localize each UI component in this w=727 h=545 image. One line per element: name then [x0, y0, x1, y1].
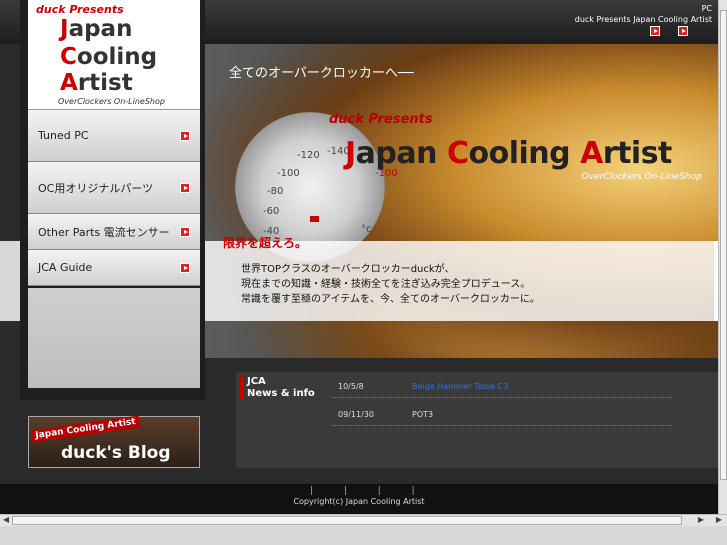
logo-presents: duck Presents	[36, 3, 124, 16]
menu-item-label: JCA Guide	[38, 261, 93, 274]
news-heading-line: JCA	[247, 376, 266, 387]
top-link-icon-2[interactable]	[678, 26, 688, 36]
logo-cap: A	[60, 70, 78, 96]
footer: | | | | Copyright(c) Japan Cooling Artis…	[0, 484, 718, 514]
scroll-right-icon[interactable]: ▶	[714, 515, 724, 525]
logo-line-1: Japan	[60, 16, 132, 42]
copyright: Copyright(c) Japan Cooling Artist	[293, 497, 425, 506]
logo-tagline: OverClockers On-LineShop	[58, 97, 165, 106]
hero-desc-line: 世界TOPクラスのオーバークロッカーduckが、	[241, 264, 455, 275]
arrow-right-icon	[180, 130, 190, 141]
logo-line-3: Artist	[60, 70, 133, 96]
hero-desc-line: 常識を覆す至極のアイテムを、今、全てのオーバークロッカーに。	[241, 294, 540, 305]
news-row: 10/5/8 Beige Hammer Table C3	[332, 374, 672, 398]
news-date: 09/11/30	[338, 410, 374, 419]
news-heading-line: News & info	[247, 388, 315, 399]
footer-links[interactable]: | | | |	[310, 486, 429, 496]
blog-banner[interactable]: Japan Cooling Artist duck's Blog	[28, 415, 200, 468]
top-right-line2: duck Presents Japan Cooling Artist	[574, 15, 712, 24]
hero-desc-line: 現在までの知識・経験・技術全てを注ぎ込み完全プロデュース。	[241, 279, 531, 290]
page: PC duck Presents Japan Cooling Artist 全て…	[0, 0, 718, 514]
top-right-line1: PC	[701, 4, 712, 13]
logo-cap: C	[60, 44, 77, 70]
scroll-right-icon[interactable]: ▶	[696, 515, 706, 525]
menu-item-oc-parts[interactable]: OC用オリジナルパーツ	[28, 162, 200, 214]
menu-item-jca-guide[interactable]: JCA Guide	[28, 250, 200, 286]
news-row: 09/11/30 POT3	[332, 402, 672, 426]
arrow-right-icon	[180, 262, 190, 273]
status-bar	[0, 526, 727, 545]
news-date: 10/5/8	[338, 382, 364, 391]
horizontal-scrollbar[interactable]: ◀ ▶ ▶	[0, 514, 727, 526]
menu-item-label: Tuned PC	[38, 129, 89, 142]
logo-word: ooling	[76, 44, 158, 70]
menu-item-tuned-pc[interactable]: Tuned PC	[28, 110, 200, 162]
menu-item-label: OC用オリジナルパーツ	[38, 181, 154, 195]
arrow-right-icon	[180, 182, 190, 193]
news-heading: JCA News & info	[240, 376, 315, 400]
logo-line-2: Cooling	[60, 44, 157, 70]
menu-item-other-parts[interactable]: Other Parts 電流センサー	[28, 214, 200, 250]
sidebar-menu-filler	[28, 288, 200, 388]
hero-catchphrase: 限界を超えろ。	[223, 236, 308, 250]
news-link[interactable]: Beige Hammer Table C3	[412, 382, 508, 391]
hero-description: 世界TOPクラスのオーバークロッカーduckが、 現在までの知識・経験・技術全て…	[241, 262, 540, 307]
vertical-scroll-thumb[interactable]	[720, 10, 727, 480]
sidebar-menu: Tuned PC OC用オリジナルパーツ Other Parts 電流センサー …	[28, 110, 200, 286]
menu-item-label: Other Parts 電流センサー	[38, 225, 170, 239]
blog-banner-top: Japan Cooling Artist	[30, 415, 141, 443]
logo-word: apan	[68, 16, 133, 42]
logo-word: rtist	[77, 70, 133, 96]
arrow-right-icon	[180, 226, 190, 237]
scroll-left-icon[interactable]: ◀	[1, 515, 11, 525]
news-panel: JCA News & info 10/5/8 Beige Hammer Tabl…	[236, 372, 718, 468]
site-logo[interactable]: duck Presents Japan Cooling Artist OverC…	[28, 0, 200, 110]
vertical-scrollbar[interactable]	[718, 0, 727, 514]
horizontal-scroll-thumb[interactable]	[12, 516, 682, 525]
blog-banner-title: duck's Blog	[61, 443, 171, 463]
top-link-icon-1[interactable]	[650, 26, 660, 36]
top-icons	[650, 26, 688, 36]
news-text: POT3	[412, 410, 434, 419]
logo-cap: J	[60, 16, 69, 42]
top-right-text: PC duck Presents Japan Cooling Artist	[575, 3, 712, 25]
hero-text-layer: 限界を超えろ。 世界TOPクラスのオーバークロッカーduckが、 現在までの知識…	[205, 44, 718, 358]
